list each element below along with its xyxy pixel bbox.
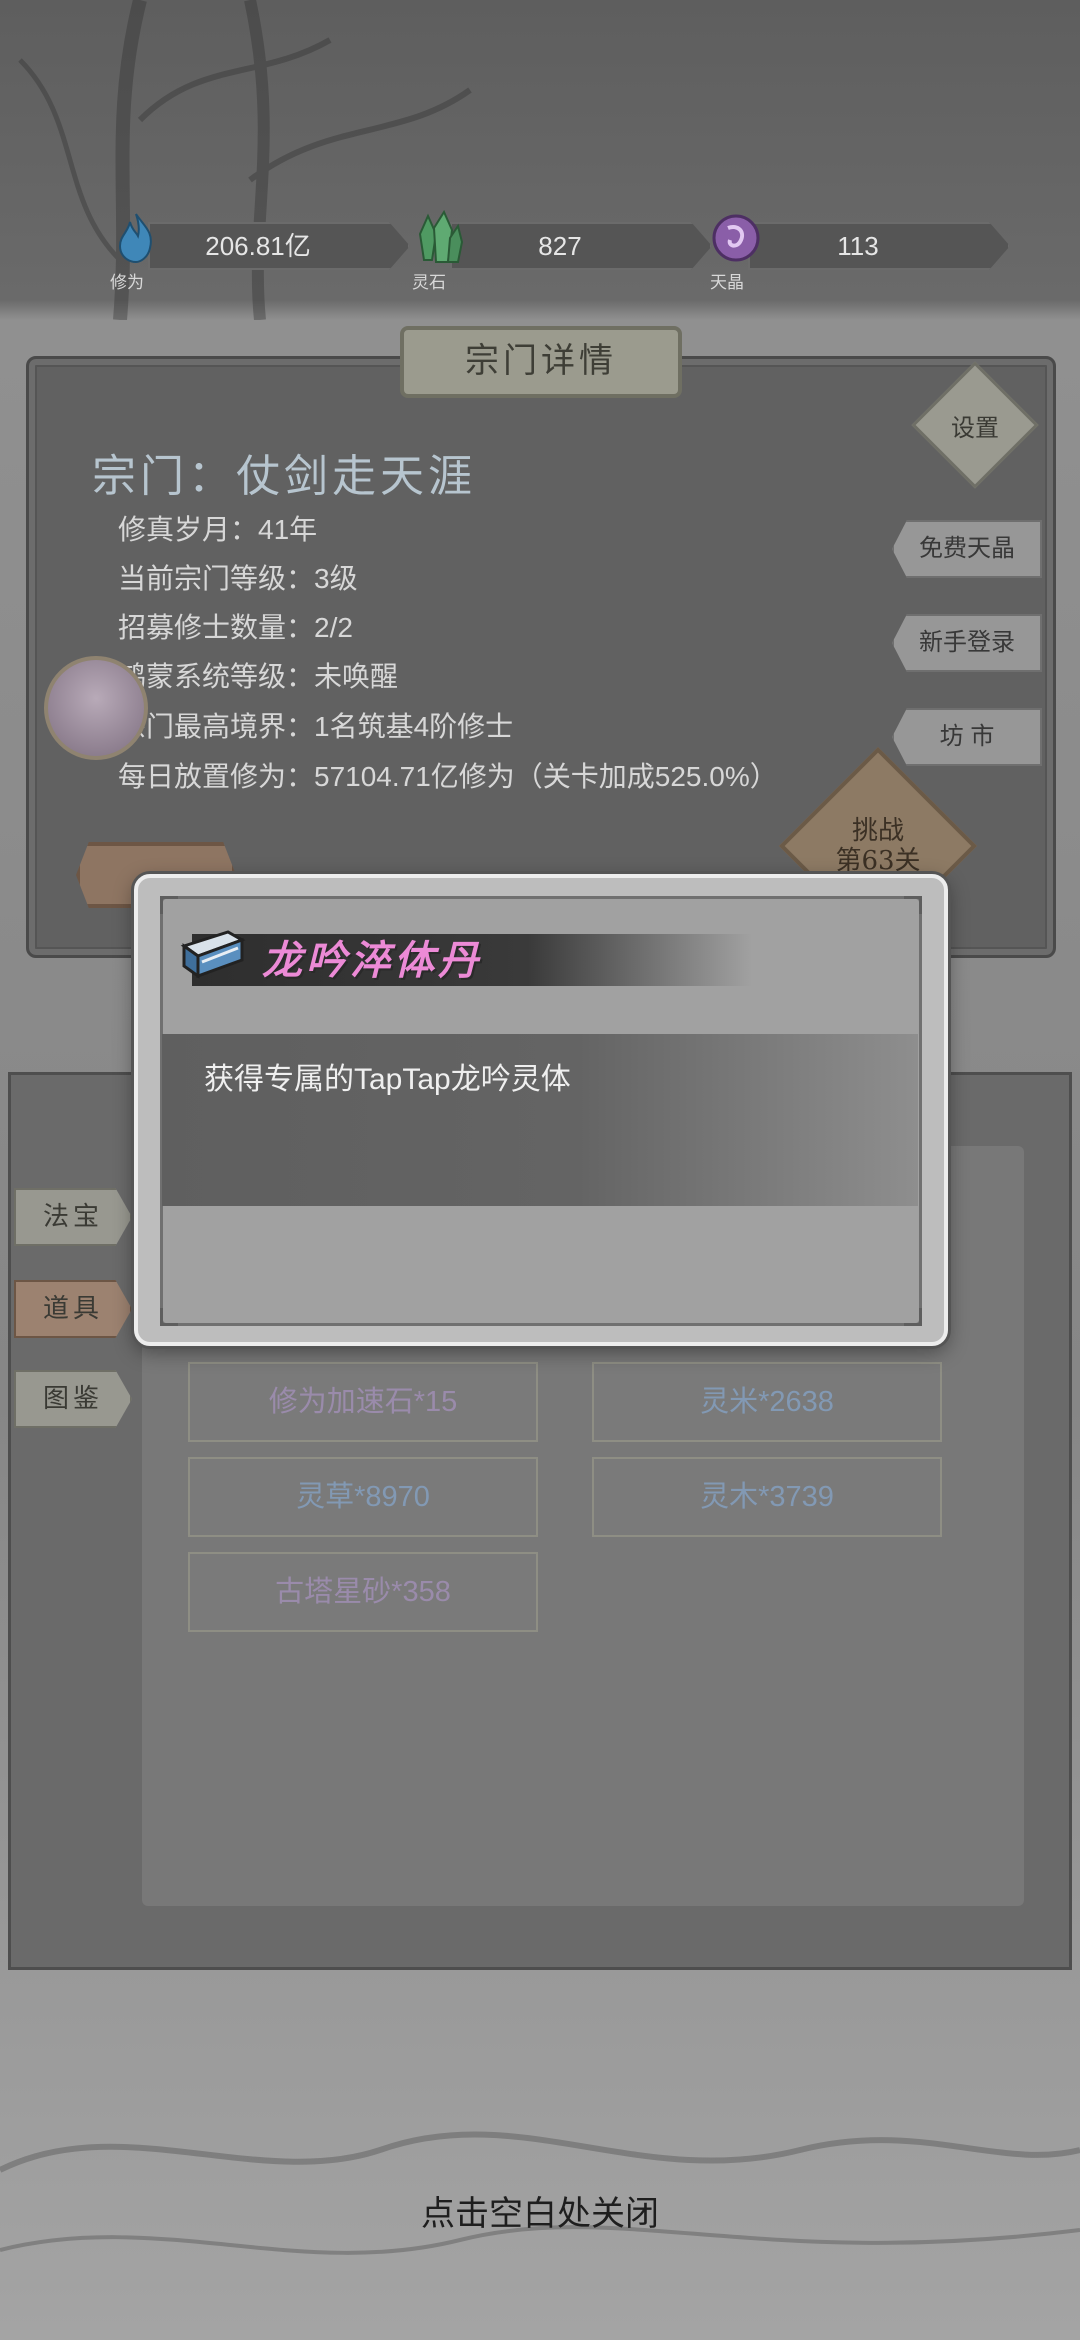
modal-description: 获得专属的TapTap龙吟灵体 <box>204 1063 571 1096</box>
sect-name: 宗门：仗剑走天涯 <box>92 451 476 502</box>
info-highest-realm: 宗门最高境界：1名筑基4阶修士 <box>118 711 514 742</box>
info-recruit-count: 招募修士数量：2/2 <box>118 612 353 643</box>
free-crystal-button[interactable]: 免费天晶 <box>892 520 1042 578</box>
currency-value: 206.81亿 <box>205 231 311 261</box>
settings-label: 设置 <box>951 413 999 442</box>
inventory-item[interactable]: 灵木*3739 <box>592 1457 942 1537</box>
currency-label: 天晶 <box>710 273 744 293</box>
inventory-item[interactable]: 古塔星砂*358 <box>188 1552 538 1632</box>
close-hint[interactable]: 点击空白处关闭 <box>0 2186 1080 2235</box>
info-hongmeng-level: 鸿蒙系统等级：未唤醒 <box>118 661 399 692</box>
info-sect-level: 当前宗门等级：3级 <box>118 563 358 594</box>
panel-title: 宗门详情 <box>400 326 682 398</box>
inventory-item[interactable]: 修为加速石*15 <box>188 1362 538 1442</box>
currency-label: 修为 <box>110 273 144 293</box>
tab-codex[interactable]: 图鉴 <box>14 1370 132 1428</box>
green-crystal-icon <box>418 210 464 263</box>
currency-cultivation: 修为 206.81亿 <box>108 213 410 293</box>
blue-flame-icon <box>118 213 152 264</box>
currency-value: 827 <box>538 231 582 261</box>
inventory-item[interactable]: 灵米*2638 <box>592 1362 942 1442</box>
info-cultivation-years: 修真岁月：41年 <box>118 514 318 545</box>
info-daily-idle: 每日放置修为：57104.71亿修为（关卡加成525.0%） <box>118 761 778 792</box>
modal-title: 龙吟淬体丹 <box>262 937 482 984</box>
book-icon <box>180 930 246 979</box>
currency-sky-crystal: 天晶 113 <box>708 214 1010 293</box>
currency-value: 113 <box>837 231 879 261</box>
tab-items[interactable]: 道具 <box>14 1280 132 1338</box>
inventory-item[interactable]: 灵草*8970 <box>188 1457 538 1537</box>
avatar[interactable] <box>44 656 148 760</box>
tab-treasure[interactable]: 法宝 <box>14 1188 132 1246</box>
market-button[interactable]: 坊 市 <box>892 708 1042 766</box>
newbie-login-button[interactable]: 新手登录 <box>892 614 1042 672</box>
cloud-decoration <box>0 2131 1080 2255</box>
currency-label: 灵石 <box>412 273 446 293</box>
purple-crystal-icon <box>712 214 760 262</box>
currency-spirit-stone: 灵石 827 <box>410 210 712 293</box>
